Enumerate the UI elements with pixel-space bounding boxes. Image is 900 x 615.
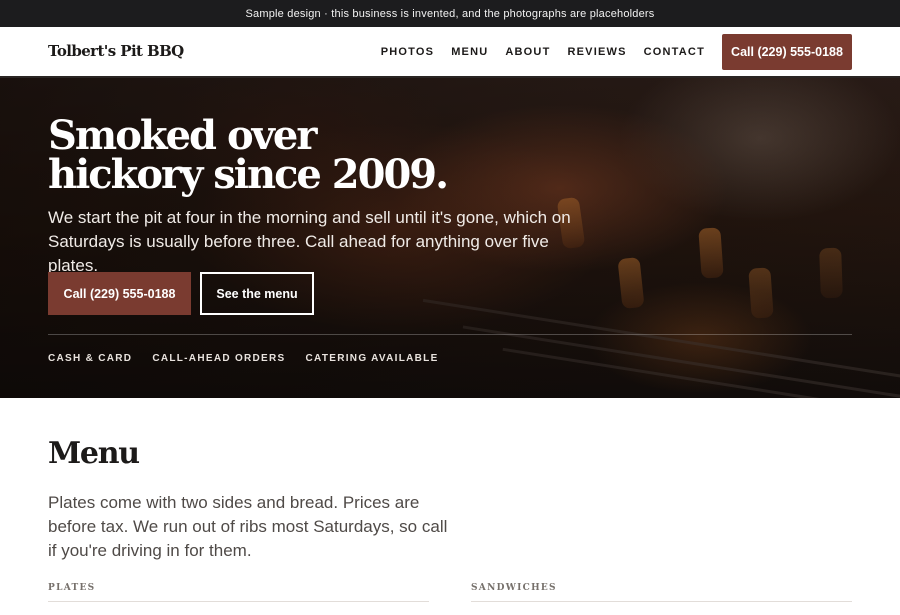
notice-text: Sample design · this business is invente…	[245, 7, 655, 20]
nav-link-reviews[interactable]: REVIEWS	[568, 46, 627, 58]
nav-link-photos[interactable]: PHOTOS	[381, 46, 434, 58]
nav-link-contact[interactable]: CONTACT	[644, 46, 705, 58]
tag-catering: CATERING AVAILABLE	[305, 353, 439, 364]
notice-bar: Sample design · this business is invente…	[0, 0, 900, 27]
menu-intro: Plates come with two sides and bread. Pr…	[48, 493, 448, 560]
brand-logo[interactable]: Tolbert's Pit BBQ	[48, 42, 184, 60]
hero-section: Smoked over hickory since 2009. We start…	[0, 78, 900, 398]
menu-section: Menu Plates come with two sides and brea…	[48, 398, 852, 615]
tag-call-ahead: CALL-AHEAD ORDERS	[152, 353, 286, 364]
hero-call-button[interactable]: Call (229) 555-0188	[48, 272, 191, 315]
hero-title-line2: hickory since 2009.	[48, 151, 449, 198]
menu-column-plates: PLATES	[48, 583, 429, 602]
main-nav: PHOTOS MENU ABOUT REVIEWS CONTACT	[381, 27, 705, 76]
hero-tags: CASH & CARD CALL-AHEAD ORDERS CATERING A…	[48, 353, 439, 364]
nav-link-menu[interactable]: MENU	[451, 46, 488, 58]
hero-divider	[48, 334, 852, 335]
hero-lede: We start the pit at four in the morning …	[48, 208, 571, 275]
see-menu-button[interactable]: See the menu	[200, 272, 314, 315]
hero-content: Smoked over hickory since 2009. We start…	[48, 78, 852, 398]
menu-title: Menu	[48, 436, 140, 471]
nav-link-about[interactable]: ABOUT	[505, 46, 550, 58]
site-header: Tolbert's Pit BBQ PHOTOS MENU ABOUT REVI…	[0, 27, 900, 78]
hero-title: Smoked over hickory since 2009.	[48, 116, 468, 195]
menu-column-sandwiches: SANDWICHES	[471, 583, 852, 602]
header-call-button[interactable]: Call (229) 555-0188	[722, 34, 852, 70]
tag-payment: CASH & CARD	[48, 353, 133, 364]
